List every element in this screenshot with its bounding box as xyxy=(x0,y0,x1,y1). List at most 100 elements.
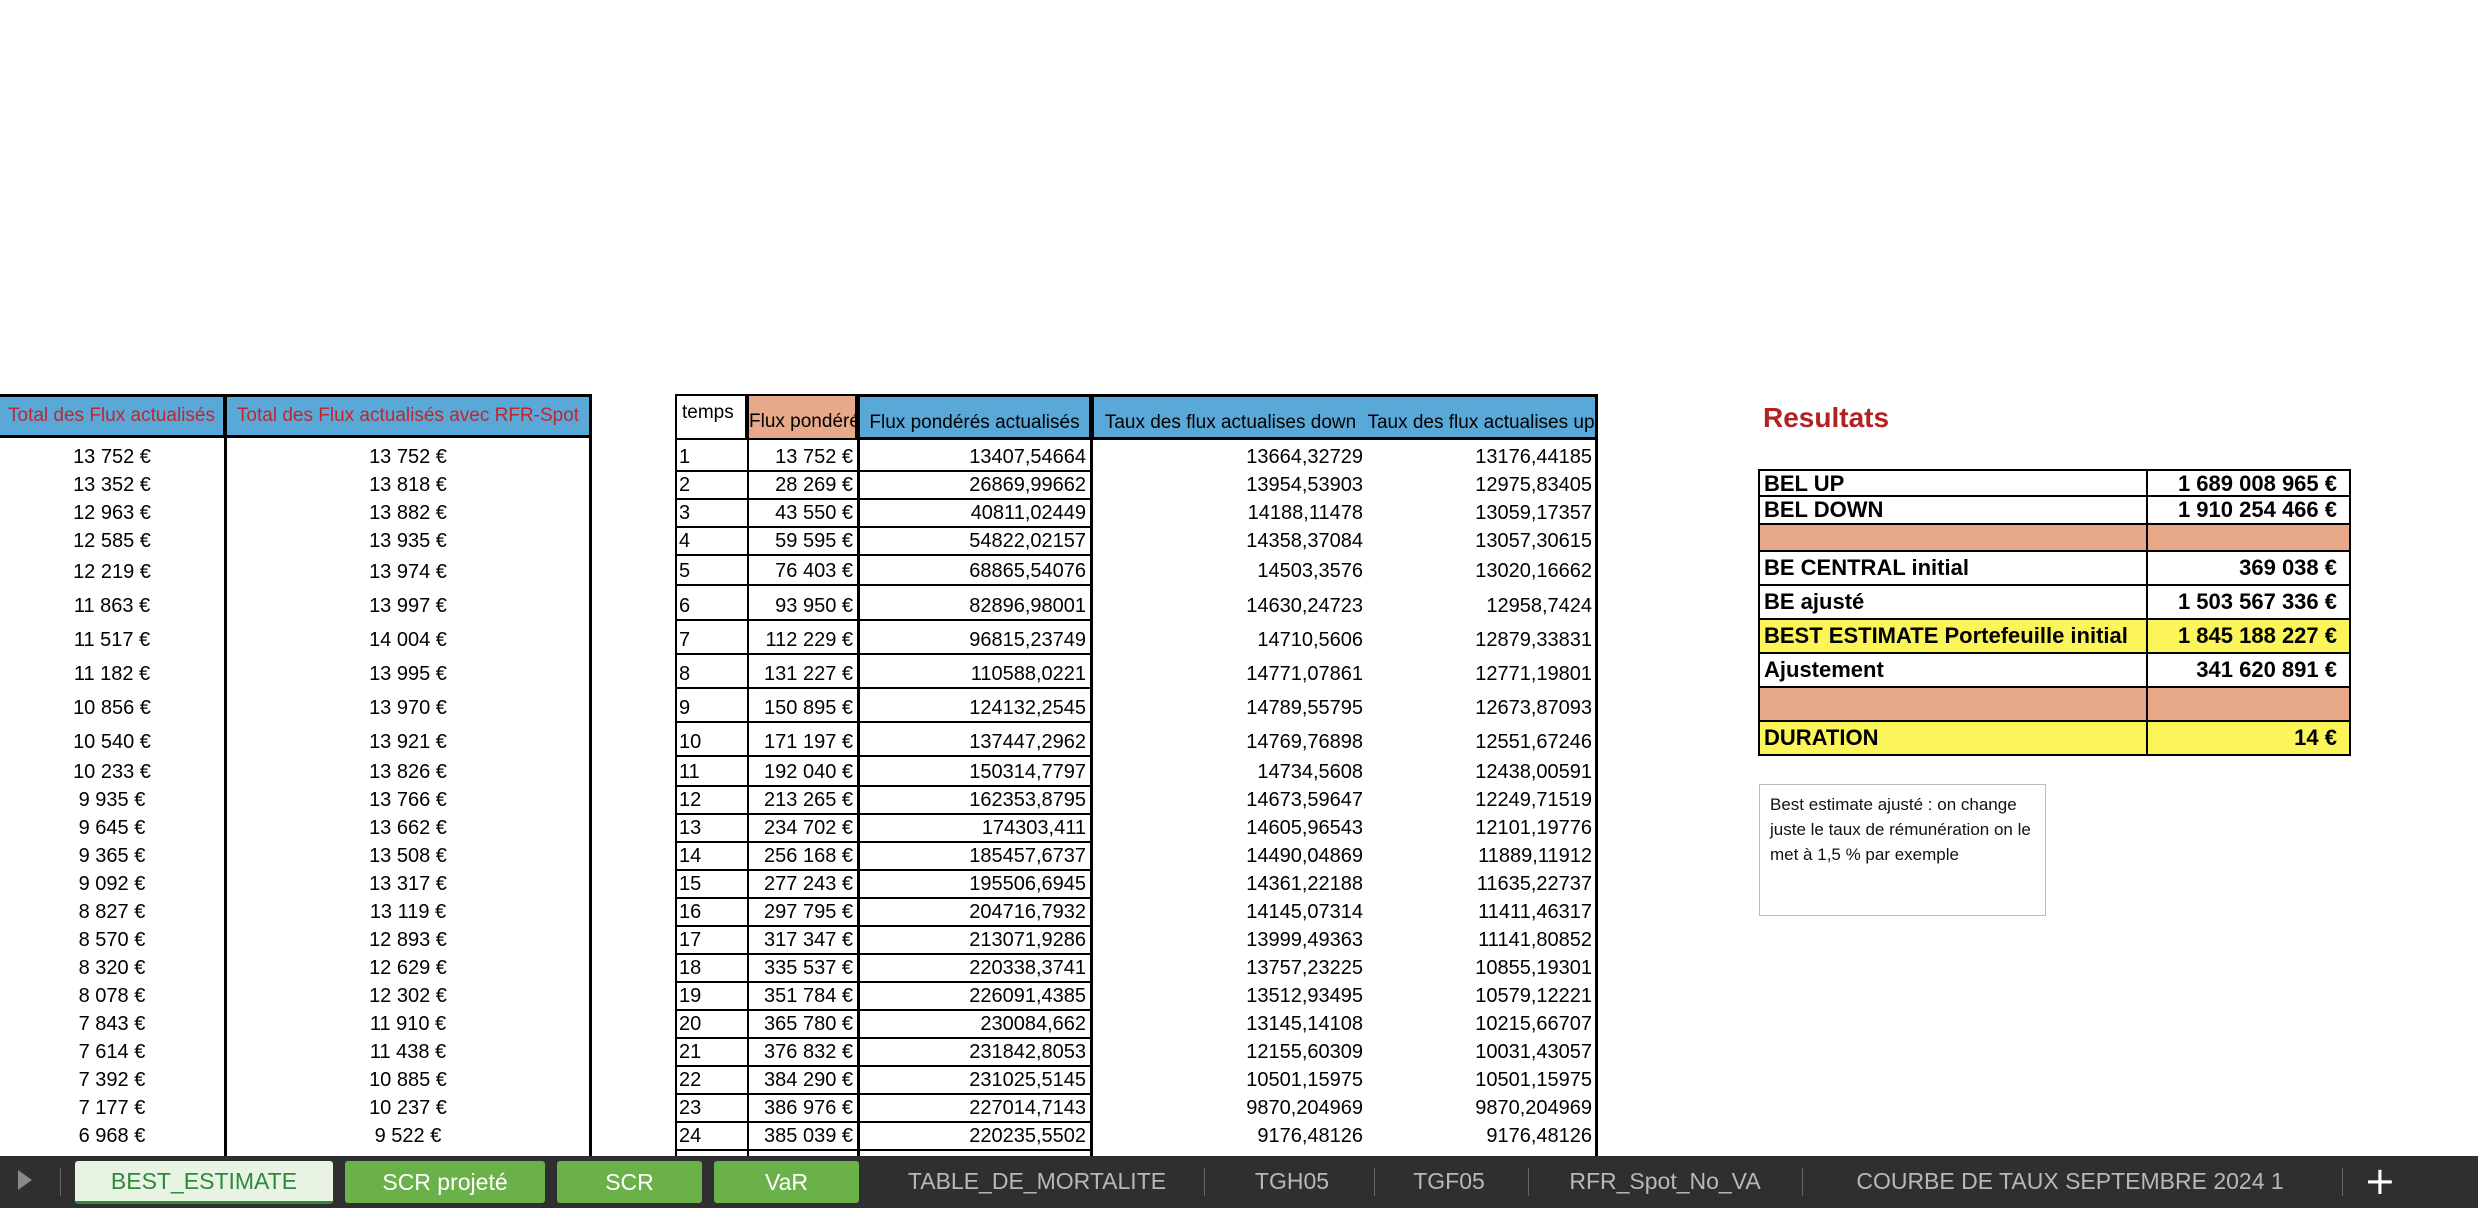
col-header-temps[interactable]: temps xyxy=(675,394,747,440)
table-cell[interactable]: 13954,53903 xyxy=(1093,471,1363,499)
table-cell[interactable]: 8 320 € xyxy=(0,955,224,981)
table-cell[interactable]: 171 197 € xyxy=(749,728,853,756)
table-cell[interactable]: 11 438 € xyxy=(227,1039,589,1065)
table-cell[interactable]: 137447,2962 xyxy=(860,728,1086,756)
table-cell[interactable]: 16 xyxy=(679,898,745,926)
table-cell[interactable]: 10031,43057 xyxy=(1367,1038,1592,1066)
table-cell[interactable]: 13 752 € xyxy=(749,443,853,471)
table-cell[interactable]: 231025,5145 xyxy=(860,1066,1086,1094)
table-cell[interactable]: 11141,80852 xyxy=(1367,926,1592,954)
table-cell[interactable]: 13 662 € xyxy=(227,815,589,841)
table-cell[interactable]: 351 784 € xyxy=(749,982,853,1010)
table-cell[interactable]: 59 595 € xyxy=(749,527,853,555)
table-cell[interactable]: 14771,07861 xyxy=(1093,660,1363,688)
table-cell[interactable]: 231842,8053 xyxy=(860,1038,1086,1066)
table-cell[interactable]: 54822,02157 xyxy=(860,527,1086,555)
comment-note[interactable]: Best estimate ajusté : on change juste l… xyxy=(1759,784,2046,916)
table-cell[interactable]: 150 895 € xyxy=(749,694,853,722)
table-cell[interactable]: 14 004 € xyxy=(227,627,589,653)
table-cell[interactable]: 13 352 € xyxy=(0,472,224,498)
table-cell[interactable]: 6 xyxy=(679,592,745,620)
table-cell[interactable]: 8 827 € xyxy=(0,899,224,925)
table-cell[interactable]: 17 xyxy=(679,926,745,954)
table-cell[interactable]: 3 xyxy=(679,499,745,527)
table-cell[interactable]: 220338,3741 xyxy=(860,954,1086,982)
table-cell[interactable]: 384 290 € xyxy=(749,1066,853,1094)
table-cell[interactable]: 13 995 € xyxy=(227,661,589,687)
table-cell[interactable]: 204716,7932 xyxy=(860,898,1086,926)
sheet-tab[interactable]: SCR xyxy=(557,1161,702,1203)
table-cell[interactable]: 12 219 € xyxy=(0,559,224,585)
table-cell[interactable]: 385 039 € xyxy=(749,1122,853,1150)
play-icon[interactable] xyxy=(18,1170,32,1190)
table-cell[interactable]: 10 885 € xyxy=(227,1067,589,1093)
results-row[interactable] xyxy=(1758,525,2351,552)
table-cell[interactable]: 12551,67246 xyxy=(1367,728,1592,756)
table-cell[interactable]: 13 752 € xyxy=(227,444,589,470)
results-row[interactable]: Ajustement 341 620 891 € xyxy=(1758,654,2351,688)
table-cell[interactable]: 20 xyxy=(679,1010,745,1038)
table-cell[interactable]: 68865,54076 xyxy=(860,557,1086,585)
table-cell[interactable]: 13 921 € xyxy=(227,729,589,755)
sheet-tab[interactable]: TGH05 xyxy=(1212,1162,1372,1200)
table-cell[interactable]: 226091,4385 xyxy=(860,982,1086,1010)
table-cell[interactable]: 213071,9286 xyxy=(860,926,1086,954)
table-cell[interactable]: 10215,66707 xyxy=(1367,1010,1592,1038)
table-cell[interactable]: 9 935 € xyxy=(0,787,224,813)
col-header-taux-up[interactable]: Taux des flux actualises up xyxy=(1367,394,1598,440)
table-cell[interactable]: 174303,411 xyxy=(860,814,1086,842)
table-cell[interactable]: 13145,14108 xyxy=(1093,1010,1363,1038)
table-cell[interactable]: 12879,33831 xyxy=(1367,626,1592,654)
results-row[interactable]: DURATION 14 € xyxy=(1758,722,2351,756)
table-cell[interactable]: 13757,23225 xyxy=(1093,954,1363,982)
table-cell[interactable]: 9 xyxy=(679,694,745,722)
table-cell[interactable]: 14710,5606 xyxy=(1093,626,1363,654)
table-cell[interactable]: 365 780 € xyxy=(749,1010,853,1038)
table-cell[interactable]: 2 xyxy=(679,471,745,499)
table-cell[interactable]: 4 xyxy=(679,527,745,555)
table-cell[interactable]: 10855,19301 xyxy=(1367,954,1592,982)
table-cell[interactable]: 13 970 € xyxy=(227,695,589,721)
table-cell[interactable]: 9870,204969 xyxy=(1367,1094,1592,1122)
table-cell[interactable]: 14490,04869 xyxy=(1093,842,1363,870)
table-cell[interactable]: 13 766 € xyxy=(227,787,589,813)
table-cell[interactable]: 13 882 € xyxy=(227,500,589,526)
table-cell[interactable]: 13 935 € xyxy=(227,528,589,554)
table-cell[interactable]: 256 168 € xyxy=(749,842,853,870)
table-cell[interactable]: 6 968 € xyxy=(0,1123,224,1149)
table-cell[interactable]: 11 517 € xyxy=(0,627,224,653)
sheet-tab[interactable]: SCR projeté xyxy=(345,1161,545,1203)
results-row[interactable]: BEL UP 1 689 008 965 € xyxy=(1758,469,2351,497)
table-cell[interactable]: 26869,99662 xyxy=(860,471,1086,499)
col-header-taux-down[interactable]: Taux des flux actualises down xyxy=(1092,394,1367,440)
table-cell[interactable]: 12101,19776 xyxy=(1367,814,1592,842)
table-cell[interactable]: 15 xyxy=(679,870,745,898)
table-cell[interactable]: 82896,98001 xyxy=(860,592,1086,620)
table-cell[interactable]: 5 xyxy=(679,557,745,585)
table-cell[interactable]: 9 092 € xyxy=(0,871,224,897)
table-cell[interactable]: 10579,12221 xyxy=(1367,982,1592,1010)
table-cell[interactable]: 386 976 € xyxy=(749,1094,853,1122)
table-cell[interactable]: 11 182 € xyxy=(0,661,224,687)
table-cell[interactable]: 13 826 € xyxy=(227,759,589,785)
table-cell[interactable]: 9176,48126 xyxy=(1367,1122,1592,1150)
table-cell[interactable]: 10 856 € xyxy=(0,695,224,721)
table-cell[interactable]: 227014,7143 xyxy=(860,1094,1086,1122)
table-cell[interactable]: 22 xyxy=(679,1066,745,1094)
table-cell[interactable]: 13 818 € xyxy=(227,472,589,498)
table-cell[interactable]: 9 365 € xyxy=(0,843,224,869)
table-cell[interactable]: 11 910 € xyxy=(227,1011,589,1037)
table-cell[interactable]: 40811,02449 xyxy=(860,499,1086,527)
results-row[interactable]: BE ajusté 1 503 567 336 € xyxy=(1758,586,2351,620)
table-cell[interactable]: 110588,0221 xyxy=(860,660,1086,688)
table-cell[interactable]: 13 508 € xyxy=(227,843,589,869)
table-cell[interactable]: 13020,16662 xyxy=(1367,557,1592,585)
table-cell[interactable]: 13059,17357 xyxy=(1367,499,1592,527)
col-header-flux-ponderes[interactable]: Flux pondérés xyxy=(747,394,857,440)
table-cell[interactable]: 11411,46317 xyxy=(1367,898,1592,926)
table-cell[interactable]: 96815,23749 xyxy=(860,626,1086,654)
table-cell[interactable]: 7 xyxy=(679,626,745,654)
table-cell[interactable]: 14630,24723 xyxy=(1093,592,1363,620)
table-cell[interactable]: 14734,5608 xyxy=(1093,758,1363,786)
sheet-tab[interactable]: TGF05 xyxy=(1372,1162,1526,1200)
